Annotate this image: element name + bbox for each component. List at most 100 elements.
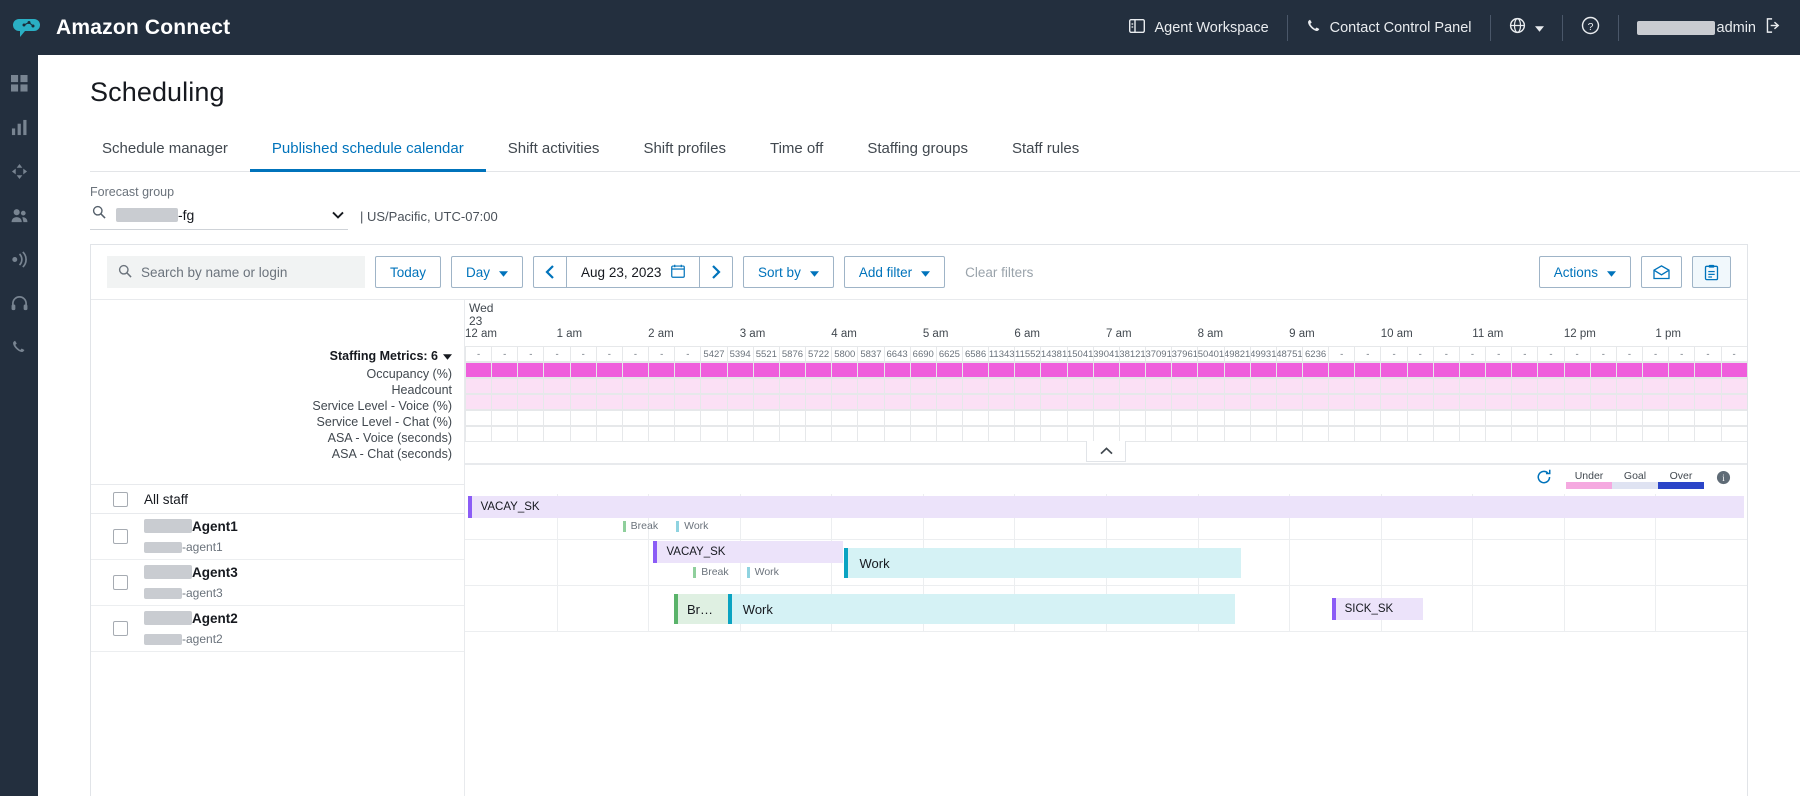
metric-cell[interactable]	[570, 362, 597, 378]
sort-by-button[interactable]: Sort by	[743, 256, 834, 288]
metric-cell[interactable]	[1014, 410, 1041, 426]
amazon-connect-logo-icon[interactable]	[0, 13, 56, 43]
metric-cell[interactable]	[596, 426, 623, 442]
metric-cell[interactable]	[622, 410, 649, 426]
metric-cell[interactable]	[1564, 378, 1591, 394]
tab-time-off[interactable]: Time off	[748, 130, 845, 172]
metric-cell[interactable]	[1537, 410, 1564, 426]
metric-cell[interactable]	[622, 426, 649, 442]
metric-cell[interactable]: -	[622, 346, 649, 362]
metric-cell[interactable]	[988, 394, 1015, 410]
metric-cell[interactable]	[1354, 378, 1381, 394]
metric-cell[interactable]: 48751	[1276, 346, 1303, 362]
search-input[interactable]: Search by name or login	[107, 256, 365, 288]
rail-metrics-icon[interactable]	[11, 119, 28, 141]
metric-cell[interactable]	[1616, 378, 1643, 394]
metric-cell[interactable]: 11552	[1014, 346, 1041, 362]
metric-cell[interactable]	[465, 362, 492, 378]
metric-cell[interactable]	[491, 394, 518, 410]
metric-cell[interactable]	[543, 362, 570, 378]
metric-cell[interactable]	[1224, 378, 1251, 394]
shift-chip-breakb[interactable]: Br…	[674, 594, 728, 624]
metric-cell[interactable]	[1040, 394, 1067, 410]
all-staff-row-header[interactable]: All staff	[91, 484, 464, 514]
metric-cell[interactable]	[1354, 410, 1381, 426]
metric-cell[interactable]	[1459, 410, 1486, 426]
today-button[interactable]: Today	[375, 256, 441, 288]
metric-cell[interactable]	[596, 378, 623, 394]
tab-shift-activities[interactable]: Shift activities	[486, 130, 622, 172]
rail-channels-icon[interactable]	[11, 251, 28, 273]
metric-cell[interactable]	[910, 378, 937, 394]
metric-cell[interactable]	[1537, 362, 1564, 378]
metric-cell[interactable]	[1642, 410, 1669, 426]
metric-cell[interactable]	[596, 394, 623, 410]
metric-cell[interactable]: -	[674, 346, 701, 362]
metric-cell[interactable]: -	[1354, 346, 1381, 362]
metric-cell[interactable]	[753, 362, 780, 378]
rail-routing-icon[interactable]	[11, 163, 28, 185]
metric-cell[interactable]: 5521	[753, 346, 780, 362]
metric-cell[interactable]	[727, 410, 754, 426]
metric-cell[interactable]	[910, 410, 937, 426]
shift-chip-work[interactable]: Work	[844, 548, 1240, 578]
metric-cell[interactable]	[1380, 378, 1407, 394]
metric-cell[interactable]	[779, 394, 806, 410]
metric-cell[interactable]	[517, 410, 544, 426]
chevron-down-icon[interactable]	[332, 206, 344, 224]
metric-cell[interactable]: 49821	[1224, 346, 1251, 362]
metric-cell[interactable]	[570, 426, 597, 442]
agent-row[interactable]: Agent2-agent2	[91, 606, 464, 652]
metric-cell[interactable]	[910, 426, 937, 442]
metric-cell[interactable]	[1590, 426, 1617, 442]
metric-cell[interactable]: -	[648, 346, 675, 362]
agent-row[interactable]: Agent3-agent3	[91, 560, 464, 606]
metric-cell[interactable]	[1511, 394, 1538, 410]
metric-cell[interactable]	[1224, 410, 1251, 426]
metric-cell[interactable]	[779, 378, 806, 394]
metric-cell[interactable]	[1721, 362, 1748, 378]
date-picker[interactable]: Aug 23, 2023	[566, 256, 700, 288]
metric-cell[interactable]	[753, 378, 780, 394]
metric-cell[interactable]	[570, 394, 597, 410]
metric-cell[interactable]	[570, 378, 597, 394]
metric-cell[interactable]	[1197, 410, 1224, 426]
metric-cell[interactable]	[1485, 378, 1512, 394]
metric-cell[interactable]	[1564, 362, 1591, 378]
metric-cell[interactable]: -	[1459, 346, 1486, 362]
metric-cell[interactable]	[1459, 362, 1486, 378]
shift-chip-work[interactable]: Work	[728, 594, 1236, 624]
metric-cell[interactable]: 5394	[727, 346, 754, 362]
metric-cell[interactable]	[910, 394, 937, 410]
metric-cell[interactable]	[727, 394, 754, 410]
metric-cell[interactable]: -	[465, 346, 492, 362]
metric-cell[interactable]	[1145, 394, 1172, 410]
metric-cell[interactable]	[674, 362, 701, 378]
metric-cell[interactable]	[1145, 378, 1172, 394]
metric-cell[interactable]: 37091	[1145, 346, 1172, 362]
staffing-metrics-toggle-button[interactable]	[1692, 256, 1731, 288]
metric-cell[interactable]: 15041	[1067, 346, 1094, 362]
metric-cell[interactable]	[727, 378, 754, 394]
metric-cell[interactable]	[1224, 362, 1251, 378]
metric-cell[interactable]	[1014, 362, 1041, 378]
metric-cell[interactable]	[1407, 394, 1434, 410]
metric-cell[interactable]	[1721, 394, 1748, 410]
metric-cell[interactable]	[1537, 394, 1564, 410]
tab-shift-profiles[interactable]: Shift profiles	[621, 130, 748, 172]
metric-cell[interactable]	[884, 362, 911, 378]
metric-cell[interactable]	[1511, 362, 1538, 378]
metric-cell[interactable]	[1171, 378, 1198, 394]
metric-cell[interactable]	[1407, 362, 1434, 378]
metric-cell[interactable]	[465, 410, 492, 426]
metric-cell[interactable]: 6625	[936, 346, 963, 362]
metric-cell[interactable]: 37961	[1171, 346, 1198, 362]
metric-cell[interactable]	[1694, 410, 1721, 426]
metric-cell[interactable]	[1171, 362, 1198, 378]
metric-cell[interactable]	[805, 362, 832, 378]
rail-headset-icon[interactable]	[11, 295, 28, 317]
metric-cell[interactable]	[936, 378, 963, 394]
metric-cell[interactable]	[465, 394, 492, 410]
metric-cell[interactable]	[1276, 410, 1303, 426]
metric-cell[interactable]: -	[1407, 346, 1434, 362]
